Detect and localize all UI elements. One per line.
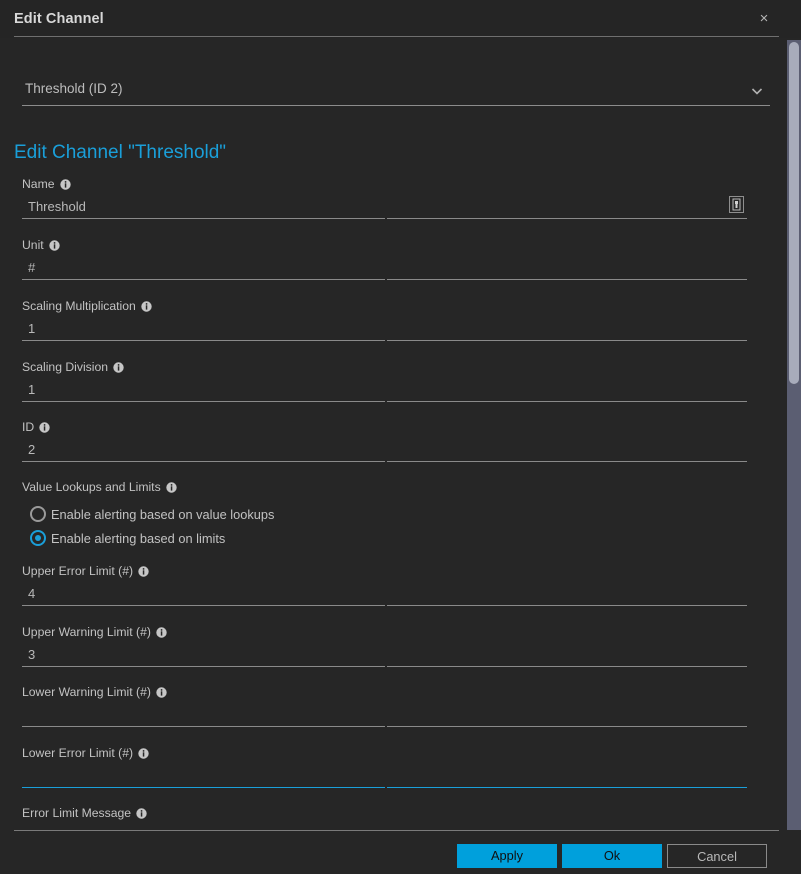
vertical-scrollbar[interactable] <box>787 40 801 830</box>
field-label-text: Error Limit Message <box>22 806 132 820</box>
dialog-footer: Apply Ok Cancel <box>0 831 801 874</box>
field-label: Upper Error Limit (#) <box>22 564 747 578</box>
field-input[interactable]: 4 <box>22 583 747 605</box>
field-scaling-division: Scaling Division 1 <box>22 360 747 403</box>
field-label-text: ID <box>22 420 35 434</box>
field-label: Lower Warning Limit (#) <box>22 685 747 699</box>
field-input[interactable]: 1 <box>22 379 747 401</box>
field-name: Name Threshold <box>22 177 747 220</box>
info-icon[interactable] <box>136 807 147 819</box>
radio-button-icon[interactable] <box>30 530 46 546</box>
ok-button[interactable]: Ok <box>562 844 662 868</box>
field-label-text: Upper Error Limit (#) <box>22 564 134 578</box>
titlebar-divider <box>14 36 779 37</box>
field-lower-error-limit: Lower Error Limit (#) <box>22 746 747 789</box>
field-label: Upper Warning Limit (#) <box>22 625 747 639</box>
field-lower-warning-limit: Lower Warning Limit (#) <box>22 685 747 728</box>
info-icon[interactable] <box>156 626 167 638</box>
field-underline <box>22 400 747 403</box>
field-input-row <box>22 765 747 789</box>
field-label: Scaling Multiplication <box>22 299 747 313</box>
channel-select-dropdown[interactable]: Threshold (ID 2) <box>22 64 770 106</box>
field-input[interactable] <box>22 704 747 726</box>
field-underline <box>22 217 747 220</box>
field-error-limit-message: Error Limit Message <box>22 806 747 830</box>
radio-option-label: Enable alerting based on limits <box>51 530 226 546</box>
field-label-text: Unit <box>22 238 44 252</box>
field-label-text: Upper Warning Limit (#) <box>22 625 151 639</box>
info-icon[interactable] <box>48 239 60 251</box>
field-input-row <box>22 704 747 728</box>
dialog-content-scroll-area: Threshold (ID 2) Edit Channel "Threshold… <box>0 38 790 830</box>
field-input-row: 3 <box>22 644 747 668</box>
field-label: Scaling Division <box>22 360 747 374</box>
field-underline <box>22 339 747 342</box>
field-underline <box>22 665 747 668</box>
field-upper-warning-limit: Upper Warning Limit (#) 3 <box>22 625 747 668</box>
field-label: ID <box>22 420 747 434</box>
field-label-text: Lower Warning Limit (#) <box>22 685 151 699</box>
chevron-down-icon <box>750 84 764 98</box>
field-label: Error Limit Message <box>22 806 747 820</box>
info-icon[interactable] <box>165 481 177 493</box>
radio-option-enable-alerting-based-on-limits[interactable]: Enable alerting based on limits <box>30 526 274 550</box>
field-label: Name <box>22 177 747 191</box>
dialog-title: Edit Channel <box>14 11 104 27</box>
field-input[interactable]: 1 <box>22 318 747 340</box>
field-label-text: Lower Error Limit (#) <box>22 746 134 760</box>
info-icon[interactable] <box>39 421 50 433</box>
channel-select-value: Threshold (ID 2) <box>25 81 123 96</box>
field-input-row: 1 <box>22 318 747 342</box>
info-icon[interactable] <box>156 686 167 698</box>
field-upper-error-limit: Upper Error Limit (#) 4 <box>22 564 747 607</box>
info-icon[interactable] <box>141 300 152 312</box>
close-icon[interactable]: × <box>753 8 775 30</box>
channel-select-underline <box>22 105 770 106</box>
info-icon[interactable] <box>113 361 124 373</box>
value-lookups-label-text: Value Lookups and Limits <box>22 480 161 494</box>
field-underline <box>22 460 747 463</box>
field-label: Unit <box>22 238 747 252</box>
radio-option-label: Enable alerting based on value lookups <box>51 506 275 522</box>
field-label-text: Scaling Division <box>22 360 109 374</box>
alerting-mode-radio-group: Enable alerting based on value lookups En… <box>30 502 274 550</box>
info-icon[interactable] <box>138 565 149 577</box>
field-input[interactable]: Threshold <box>22 196 747 218</box>
info-icon[interactable] <box>138 747 149 759</box>
dialog-titlebar: Edit Channel × <box>0 0 801 38</box>
field-underline <box>22 604 747 607</box>
field-label-text: Name <box>22 177 55 191</box>
field-id: ID 2 <box>22 420 747 463</box>
field-input-row: 2 <box>22 439 747 463</box>
field-underline <box>22 278 747 281</box>
field-underline <box>22 725 747 728</box>
value-lookups-and-limits-group: Value Lookups and Limits <box>22 480 177 494</box>
placeholder-insert-icon[interactable] <box>729 196 744 213</box>
field-input[interactable] <box>22 765 747 787</box>
radio-button-icon[interactable] <box>30 506 46 522</box>
field-label-text: Scaling Multiplication <box>22 299 136 313</box>
field-input[interactable]: 2 <box>22 439 747 461</box>
radio-option-enable-alerting-based-on-value-lookups[interactable]: Enable alerting based on value lookups <box>30 502 274 526</box>
field-underline <box>22 786 747 789</box>
page-title: Edit Channel "Threshold" <box>14 142 227 163</box>
field-input-row: Threshold <box>22 196 747 220</box>
field-input-row: 4 <box>22 583 747 607</box>
field-unit: Unit # <box>22 238 747 281</box>
field-scaling-multiplication: Scaling Multiplication 1 <box>22 299 747 342</box>
field-input[interactable]: # <box>22 257 747 279</box>
apply-button[interactable]: Apply <box>457 844 557 868</box>
edit-channel-dialog: Edit Channel × Threshold (ID 2) Edit Cha… <box>0 0 801 874</box>
field-label: Lower Error Limit (#) <box>22 746 747 760</box>
field-input-row: 1 <box>22 379 747 403</box>
value-lookups-label: Value Lookups and Limits <box>22 480 177 494</box>
scrollbar-thumb[interactable] <box>789 42 799 384</box>
field-input-row: # <box>22 257 747 281</box>
info-icon[interactable] <box>59 178 71 190</box>
cancel-button[interactable]: Cancel <box>667 844 767 868</box>
field-input[interactable]: 3 <box>22 644 747 666</box>
